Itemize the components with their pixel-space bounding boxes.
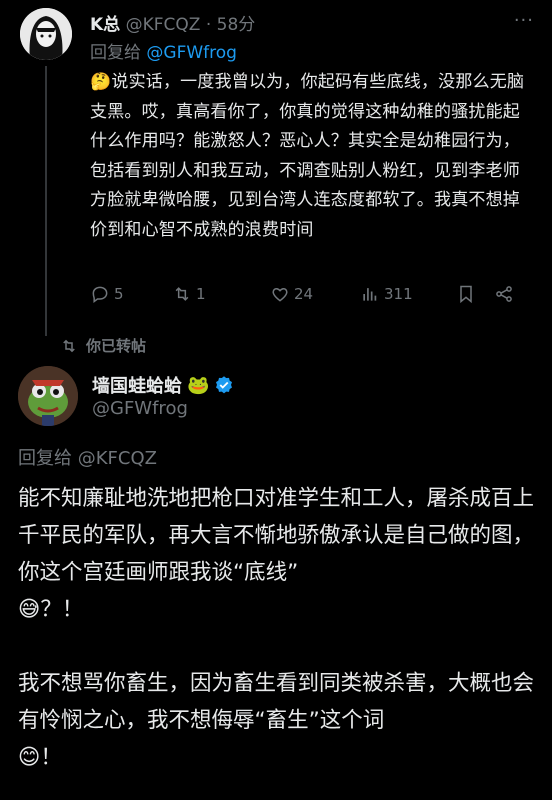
tweet-body: 说实话，一度我曾以为，你起码有些底线，没那么无脑支黑。哎，真高看你了，你真的觉得… xyxy=(90,72,525,240)
bookmark-button[interactable] xyxy=(456,284,494,304)
paragraph-1: 能不知廉耻地洗地把枪口对准学生和工人，屠杀成百上千平民的军队，再大言不惭地骄傲承… xyxy=(18,486,535,585)
smile-emoji: 😊 xyxy=(18,745,41,770)
frog-avatar-drawing xyxy=(18,366,78,426)
avatar[interactable] xyxy=(18,366,78,426)
paragraph-2: 我不想骂你畜生，因为畜生看到同类被杀害，大概也会有怜悯之心，我不想侮辱“畜生”这… xyxy=(18,671,535,733)
share-icon xyxy=(496,286,512,302)
paragraph-1-tail: ？！ xyxy=(40,597,84,622)
like-button[interactable]: 24 xyxy=(270,284,360,304)
views-count: 311 xyxy=(384,285,413,303)
reply-count: 5 xyxy=(114,285,124,303)
more-options-icon[interactable]: ··· xyxy=(514,10,534,31)
views-button[interactable]: 311 xyxy=(360,284,456,304)
tweet-actions: 5 1 24 311 xyxy=(90,283,530,305)
retweet-button[interactable]: 1 xyxy=(172,284,270,304)
like-count: 24 xyxy=(294,285,314,303)
tweet-text: 🤔说实话，一度我曾以为，你起码有些底线，没那么无脑支黑。哎，真高看你了，你真的觉… xyxy=(90,68,536,245)
author-name[interactable]: 墙国蛙蛤蛤 xyxy=(92,372,182,398)
heart-icon xyxy=(272,287,288,302)
reply-to-line[interactable]: 回复给 @KFCQZ xyxy=(18,444,157,470)
retweet-banner: 你已转帖 xyxy=(60,335,146,356)
retweet-icon xyxy=(63,339,75,352)
frog-emoji: 🐸 xyxy=(187,374,210,396)
retweet-count: 1 xyxy=(196,285,206,303)
reply-to-line: 回复给 @GFWfrog xyxy=(90,38,237,63)
timestamp[interactable]: · 58分 xyxy=(206,15,255,35)
avatar-drawing xyxy=(20,8,72,60)
thread-line xyxy=(45,66,47,336)
retweet-icon xyxy=(175,287,189,301)
verified-badge-icon xyxy=(216,376,233,394)
reply-prefix: 回复给 xyxy=(90,43,141,63)
views-icon xyxy=(363,288,377,301)
thinking-emoji: 🤔 xyxy=(90,72,112,92)
tweet-text: 能不知廉耻地洗地把枪口对准学生和工人，屠杀成百上千平民的军队，再大言不惭地骄傲承… xyxy=(18,480,542,776)
sweat-smile-emoji: 😅 xyxy=(18,597,41,622)
avatar[interactable] xyxy=(20,8,72,60)
author-handle[interactable]: @GFWfrog xyxy=(92,398,188,419)
author-handle[interactable]: @KFCQZ xyxy=(126,15,201,35)
reply-to-handle[interactable]: @GFWfrog xyxy=(146,43,237,63)
reply-button[interactable]: 5 xyxy=(90,284,172,304)
paragraph-2-tail: ！ xyxy=(40,745,62,770)
author-name-row: 墙国蛙蛤蛤 🐸 xyxy=(92,372,234,398)
retweet-banner-text: 你已转帖 xyxy=(86,337,147,355)
share-button[interactable] xyxy=(494,284,514,304)
bookmark-icon xyxy=(460,285,472,304)
author-name[interactable]: K总 xyxy=(90,15,120,35)
tweet-header: K总 @KFCQZ · 58分 xyxy=(90,10,255,35)
reply-icon xyxy=(92,286,108,303)
